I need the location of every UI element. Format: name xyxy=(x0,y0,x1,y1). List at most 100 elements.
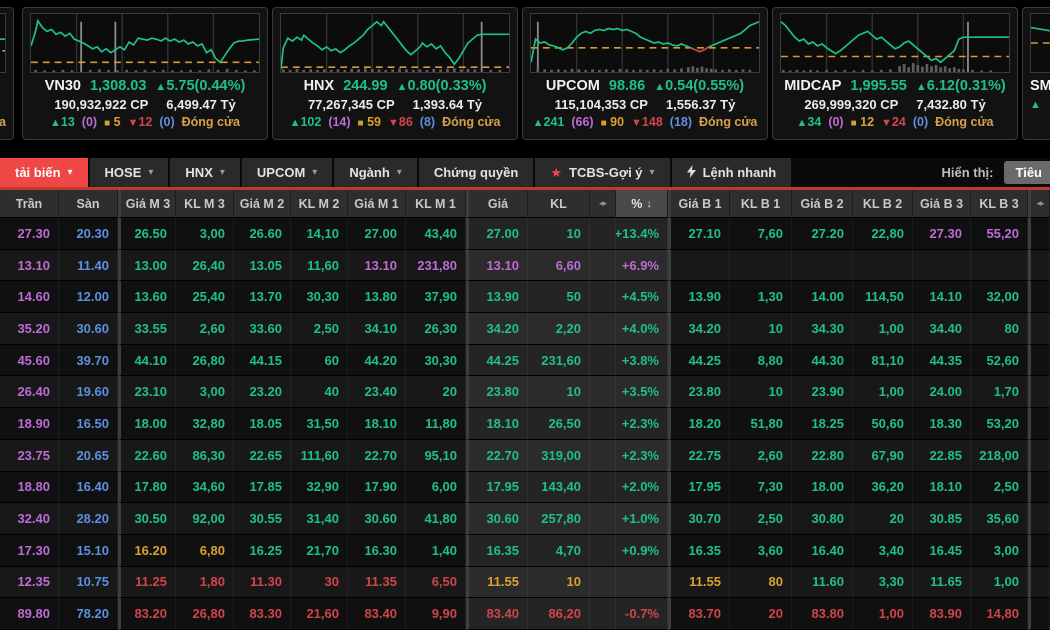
table-cell[interactable]: 83.40 xyxy=(466,598,528,630)
table-row[interactable]: 23.7520.6522.6086,3022.65111,6022.7095,1… xyxy=(0,440,1050,472)
table-cell[interactable]: 7,30 xyxy=(730,472,792,504)
table-cell[interactable]: 83.90 xyxy=(913,598,971,630)
table-cell[interactable]: 30.85 xyxy=(913,503,971,535)
column-header-Giá B 3[interactable]: Giá B 3 xyxy=(913,190,971,218)
table-cell[interactable]: 83.40 xyxy=(348,598,406,630)
table-cell[interactable]: 21,70 xyxy=(291,535,348,567)
table-cell[interactable]: +3.5% xyxy=(616,376,668,408)
table-cell[interactable]: 13.10 xyxy=(466,250,528,282)
table-cell[interactable]: 11.30 xyxy=(234,567,291,599)
column-header-Giá B 1[interactable]: Giá B 1 xyxy=(668,190,730,218)
table-cell[interactable] xyxy=(590,472,616,504)
table-cell[interactable] xyxy=(792,250,853,282)
table-cell[interactable]: 44.30 xyxy=(792,345,853,377)
table-cell[interactable] xyxy=(1028,218,1050,250)
table-cell[interactable]: 17.85 xyxy=(234,472,291,504)
table-cell[interactable] xyxy=(1028,535,1050,567)
column-header-Giá M 1[interactable]: Giá M 1 xyxy=(348,190,406,218)
table-cell[interactable]: 3,30 xyxy=(853,567,913,599)
table-cell[interactable]: 14.60 xyxy=(0,281,59,313)
table-cell[interactable]: 23.80 xyxy=(668,376,730,408)
table-cell[interactable]: +2.0% xyxy=(616,472,668,504)
index-card-vn30[interactable]: VN30 1,308.03 ▲5.75(0.44%) 190,932,922 C… xyxy=(22,7,268,140)
table-cell[interactable]: 13.90 xyxy=(668,281,730,313)
table-cell[interactable]: 86,20 xyxy=(528,598,590,630)
table-cell[interactable]: 52,60 xyxy=(971,345,1028,377)
table-cell[interactable]: 17.30 xyxy=(0,535,59,567)
column-header-KL B 1[interactable]: KL B 1 xyxy=(730,190,792,218)
table-cell[interactable]: 25,40 xyxy=(176,281,234,313)
column-header-Giá M 2[interactable]: Giá M 2 xyxy=(234,190,291,218)
table-cell[interactable]: 92,00 xyxy=(176,503,234,535)
table-cell[interactable]: 16.45 xyxy=(913,535,971,567)
table-cell[interactable]: 50,60 xyxy=(853,408,913,440)
table-cell[interactable] xyxy=(1028,281,1050,313)
table-cell[interactable]: 40 xyxy=(291,376,348,408)
table-cell[interactable]: 16.20 xyxy=(118,535,176,567)
table-cell[interactable] xyxy=(1028,503,1050,535)
table-cell[interactable] xyxy=(668,250,730,282)
table-cell[interactable]: 23.75 xyxy=(0,440,59,472)
table-cell[interactable]: 11,60 xyxy=(291,250,348,282)
table-cell[interactable]: 23.80 xyxy=(466,376,528,408)
table-cell[interactable]: +1.0% xyxy=(616,503,668,535)
table-cell[interactable]: 16.35 xyxy=(466,535,528,567)
table-cell[interactable]: 27.10 xyxy=(668,218,730,250)
column-expand-icon[interactable]: ◂▸ xyxy=(590,190,616,218)
table-cell[interactable]: +4.0% xyxy=(616,313,668,345)
table-cell[interactable]: 14.10 xyxy=(913,281,971,313)
column-header-KL M 2[interactable]: KL M 2 xyxy=(291,190,348,218)
table-cell[interactable]: 45.60 xyxy=(0,345,59,377)
table-cell[interactable]: 218,00 xyxy=(971,440,1028,472)
table-cell[interactable]: 51,80 xyxy=(730,408,792,440)
table-cell[interactable]: 83.70 xyxy=(668,598,730,630)
column-header-KL M 3[interactable]: KL M 3 xyxy=(176,190,234,218)
table-cell[interactable]: 78.20 xyxy=(59,598,118,630)
table-cell[interactable]: 37,90 xyxy=(406,281,466,313)
table-cell[interactable]: 13.00 xyxy=(118,250,176,282)
table-cell[interactable]: 22.75 xyxy=(668,440,730,472)
table-cell[interactable]: 22,80 xyxy=(853,218,913,250)
table-cell[interactable]: 44.20 xyxy=(348,345,406,377)
table-cell[interactable]: 2,60 xyxy=(176,313,234,345)
table-cell[interactable]: 30.60 xyxy=(59,313,118,345)
table-cell[interactable]: 26.50 xyxy=(118,218,176,250)
table-cell[interactable]: 16.40 xyxy=(59,472,118,504)
table-cell[interactable]: 18.00 xyxy=(118,408,176,440)
table-cell[interactable]: 32.40 xyxy=(0,503,59,535)
table-cell[interactable]: 19.60 xyxy=(59,376,118,408)
table-cell[interactable]: 11,80 xyxy=(406,408,466,440)
table-cell[interactable]: 11.25 xyxy=(118,567,176,599)
table-cell[interactable]: 1,00 xyxy=(853,598,913,630)
table-cell[interactable] xyxy=(590,598,616,630)
table-cell[interactable]: 22.85 xyxy=(913,440,971,472)
table-cell[interactable]: 95,10 xyxy=(406,440,466,472)
table-cell[interactable]: 13.10 xyxy=(348,250,406,282)
table-cell[interactable]: 15.10 xyxy=(59,535,118,567)
table-cell[interactable]: 18.80 xyxy=(0,472,59,504)
table-cell[interactable]: +0.9% xyxy=(616,535,668,567)
table-cell[interactable]: 18.25 xyxy=(792,408,853,440)
tab-ng-nh[interactable]: Ngành▾ xyxy=(334,158,416,187)
table-row[interactable]: 17.3015.1016.206,8016.2521,7016.301,4016… xyxy=(0,535,1050,567)
table-cell[interactable]: 2,20 xyxy=(528,313,590,345)
table-cell[interactable]: 7,60 xyxy=(730,218,792,250)
table-cell[interactable]: 26.40 xyxy=(0,376,59,408)
table-cell[interactable]: 319,00 xyxy=(528,440,590,472)
table-cell[interactable]: 18.10 xyxy=(913,472,971,504)
column-header-KL M 1[interactable]: KL M 1 xyxy=(406,190,466,218)
table-cell[interactable]: 14,10 xyxy=(291,218,348,250)
table-cell[interactable]: 30.60 xyxy=(466,503,528,535)
table-cell[interactable]: 13.60 xyxy=(118,281,176,313)
index-card-sma[interactable]: SMA ▲ xyxy=(1022,7,1050,140)
table-cell[interactable]: 22.70 xyxy=(348,440,406,472)
table-cell[interactable]: 16.25 xyxy=(234,535,291,567)
table-cell[interactable]: 3,40 xyxy=(853,535,913,567)
table-cell[interactable]: 10.75 xyxy=(59,567,118,599)
table-cell[interactable]: 11.65 xyxy=(913,567,971,599)
table-cell[interactable]: 14,80 xyxy=(971,598,1028,630)
table-cell[interactable]: 20 xyxy=(730,598,792,630)
table-row[interactable]: 12.3510.7511.251,8011.303011.356,5011.55… xyxy=(0,567,1050,599)
tab-l-nh-nhanh[interactable]: Lệnh nhanh xyxy=(672,158,792,187)
table-cell[interactable]: 31,40 xyxy=(291,503,348,535)
